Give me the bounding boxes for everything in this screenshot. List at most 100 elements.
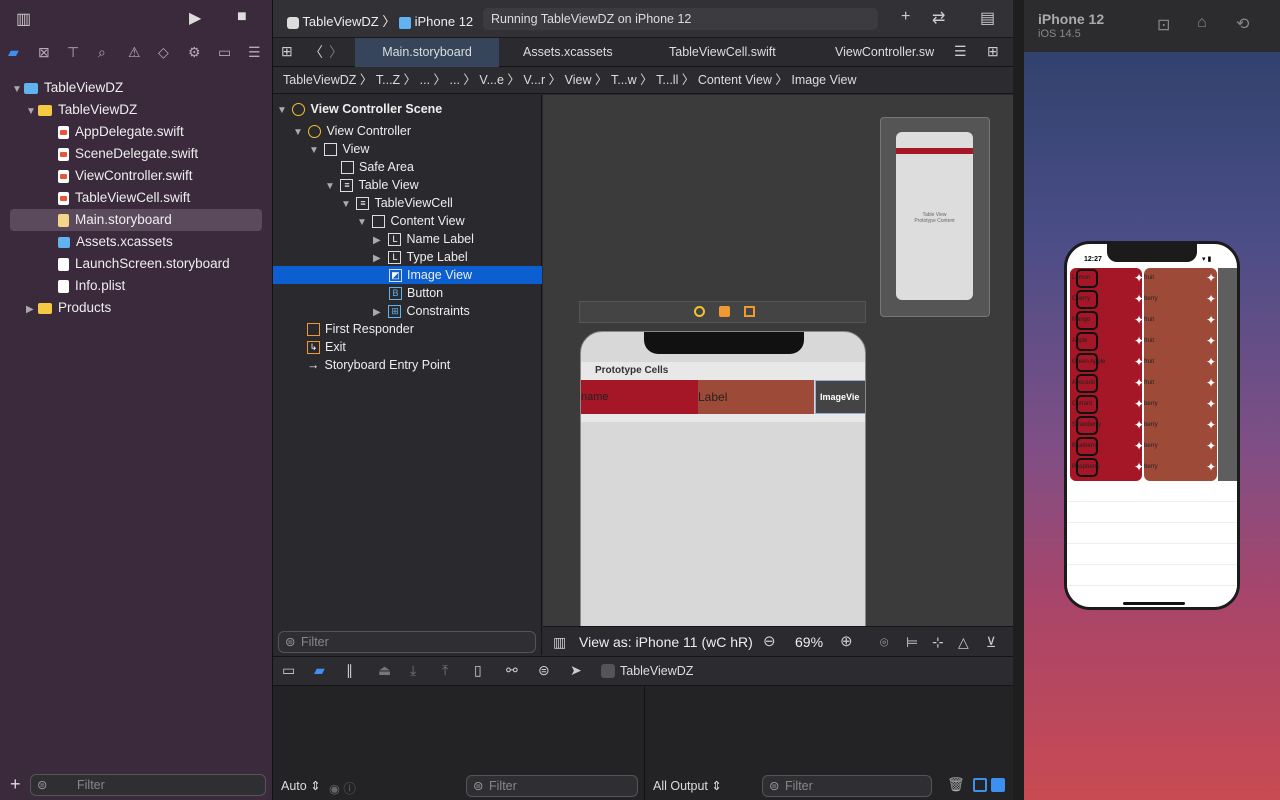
zoom-level[interactable]: 69% — [795, 627, 823, 657]
outline-button[interactable]: B Button — [273, 284, 542, 302]
tree-file[interactable]: Info.plist — [58, 275, 125, 297]
pin-icon[interactable]: ⊹ — [932, 627, 944, 657]
phone-scene[interactable]: Prototype Cells name Label ImageVie — [580, 331, 866, 626]
outline-toggle-icon[interactable]: ▥ — [553, 627, 566, 657]
sim-table-row[interactable]: Mango fruit ✦ ✦ — [1070, 310, 1218, 331]
tree-file[interactable]: LaunchScreen.storyboard — [58, 253, 230, 275]
star-icon[interactable]: ✦ — [1206, 331, 1216, 352]
view-hierarchy-icon[interactable]: ▯ — [474, 662, 482, 679]
variables-filter[interactable]: Filter — [466, 775, 638, 797]
star-icon[interactable]: ✦ — [1206, 436, 1216, 457]
tree-file[interactable]: SceneDelegate.swift — [58, 143, 198, 165]
tree-file[interactable]: AppDelegate.swift — [58, 121, 184, 143]
star-icon[interactable]: ✦ — [1134, 373, 1144, 394]
step-into-icon[interactable]: ⤓ — [410, 662, 416, 679]
review-changes-icon[interactable]: ⇄ — [932, 8, 945, 28]
cell-type-label[interactable]: Label — [698, 380, 814, 414]
outline-content-view[interactable]: ▼ Content View — [273, 212, 542, 230]
cell-name-label[interactable]: name — [581, 380, 698, 414]
debug-icon[interactable]: ⚙ — [188, 44, 201, 61]
jump-item[interactable]: T...ll — [656, 73, 678, 87]
jump-item[interactable]: TableViewDZ — [273, 73, 356, 87]
step-over-icon[interactable]: ⏏ — [378, 662, 391, 679]
jump-item[interactable]: Image View — [791, 73, 856, 87]
star-icon[interactable]: ✦ — [1134, 394, 1144, 415]
outline-filter[interactable]: Filter — [278, 631, 536, 653]
breakpoint-icon[interactable]: ▭ — [218, 44, 231, 61]
hierarchy-icon[interactable]: ⊤ — [67, 44, 79, 61]
star-icon[interactable]: ✦ — [1134, 352, 1144, 373]
warning-icon[interactable]: ⚠ — [128, 44, 141, 61]
eye-icon[interactable]: ◉ ⓘ — [329, 778, 356, 797]
pause-icon[interactable]: ∥ — [346, 662, 353, 679]
sim-table-row[interactable]: Lemon fruit ✦ ✦ — [1070, 268, 1218, 289]
stop-icon[interactable]: ■ — [237, 8, 247, 26]
chevron-down-icon[interactable]: ▼ — [12, 79, 24, 101]
add-library-icon[interactable]: + — [901, 8, 910, 26]
embed-icon[interactable]: ⌾ — [880, 627, 888, 657]
outline-name-label[interactable]: ▶ L Name Label — [273, 230, 542, 248]
jump-item[interactable]: V...e — [479, 73, 504, 87]
tree-file[interactable]: Assets.xcassets — [58, 231, 173, 253]
rotate-icon[interactable]: ⟲ — [1236, 14, 1249, 34]
star-icon[interactable]: ✦ — [1206, 310, 1216, 331]
location-icon[interactable]: ➤ — [570, 662, 582, 679]
sim-table-row[interactable]: Strawberry berry ✦ ✦ — [1070, 415, 1218, 436]
environment-icon[interactable]: ⊜ — [538, 662, 550, 679]
star-icon[interactable]: ✦ — [1134, 310, 1144, 331]
source-control-icon[interactable]: ⊠ — [38, 44, 50, 61]
tree-file[interactable]: TableViewCell.swift — [58, 187, 190, 209]
add-icon[interactable]: + — [10, 774, 21, 795]
view-controller-icon[interactable] — [694, 306, 705, 317]
tab-assets[interactable]: Assets.xcassets — [523, 38, 613, 67]
hide-debug-icon[interactable]: ▭ — [282, 662, 295, 679]
sim-table-row[interactable]: Currant berry ✦ ✦ — [1070, 394, 1218, 415]
star-icon[interactable]: ✦ — [1206, 394, 1216, 415]
simulator-phone[interactable]: 12:27 ▾ ▮ Lemon fruit ✦ ✦ Cherry berry ✦ ✦ Mango… — [1064, 241, 1240, 610]
sim-table-row[interactable]: Raspberry berry ✦ ✦ — [1070, 457, 1218, 478]
tree-project[interactable]: ▼ TableViewDZ — [12, 77, 123, 99]
star-icon[interactable]: ✦ — [1206, 415, 1216, 436]
star-icon[interactable]: ✦ — [1206, 373, 1216, 394]
star-icon[interactable]: ✦ — [1206, 289, 1216, 310]
align-icon[interactable]: ⊨ — [906, 627, 918, 657]
star-icon[interactable]: ✦ — [1134, 331, 1144, 352]
report-icon[interactable]: ☰ — [248, 44, 261, 61]
trash-icon[interactable]: 🗑 — [947, 776, 965, 793]
tree-file-selected[interactable]: Main.storyboard — [10, 209, 262, 231]
star-icon[interactable]: ✦ — [1134, 457, 1144, 478]
jump-item[interactable]: T...Z — [376, 73, 400, 87]
inspector-toggle-icon[interactable]: ▤ — [980, 8, 995, 28]
search-icon[interactable]: ⌕ — [98, 44, 106, 61]
star-icon[interactable]: ✦ — [1134, 415, 1144, 436]
outline-type-label[interactable]: ▶ L Type Label — [273, 248, 542, 266]
outline-image-view-selected[interactable]: ◩ Image View — [273, 266, 542, 284]
sidebar-toggle-icon[interactable]: ▥ — [16, 9, 31, 29]
first-responder-icon[interactable] — [719, 306, 730, 317]
star-icon[interactable]: ✦ — [1134, 268, 1144, 289]
variables-view-icon[interactable] — [973, 778, 987, 792]
forward-icon[interactable]: 〉 — [329, 42, 343, 62]
back-icon[interactable]: 〈 — [309, 42, 323, 62]
outline-view-controller[interactable]: ▼ View Controller — [273, 122, 542, 140]
exit-icon[interactable] — [744, 306, 755, 317]
star-icon[interactable]: ✦ — [1134, 289, 1144, 310]
star-icon[interactable]: ✦ — [1206, 352, 1216, 373]
outline-first-responder[interactable]: First Responder — [273, 320, 542, 338]
embed-in-icon[interactable]: ⊻ — [986, 627, 996, 657]
sim-table-row[interactable]: Avocado fruit ✦ ✦ — [1070, 373, 1218, 394]
tab-tableviewcell[interactable]: TableViewCell.swift — [669, 38, 776, 67]
star-icon[interactable]: ✦ — [1206, 268, 1216, 289]
outline-table-cell[interactable]: ▼ ≡ TableViewCell — [273, 194, 542, 212]
star-icon[interactable]: ✦ — [1134, 436, 1144, 457]
chevron-right-icon[interactable]: ▶ — [26, 299, 38, 321]
tab-main-storyboard[interactable]: Main.storyboard — [355, 38, 499, 67]
sim-table-row[interactable]: Blueberry berry ✦ ✦ — [1070, 436, 1218, 457]
split-editor-icon[interactable]: ⊞ — [987, 43, 999, 60]
navigator-filter[interactable]: Filter — [30, 774, 266, 796]
tree-products[interactable]: ▶ Products — [26, 297, 111, 319]
editor-options-icon[interactable]: ☰ — [954, 43, 967, 60]
outline-constraints[interactable]: ▶ ⊞ Constraints — [273, 302, 542, 320]
jump-item[interactable]: ... — [450, 73, 460, 87]
star-icon[interactable]: ✦ — [1206, 457, 1216, 478]
